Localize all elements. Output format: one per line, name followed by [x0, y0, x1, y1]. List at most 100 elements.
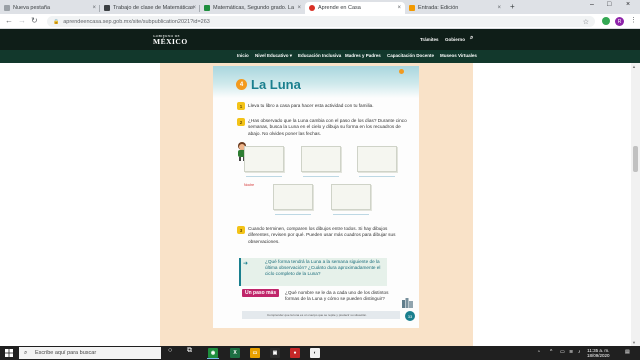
profile-avatar[interactable]: R: [615, 17, 624, 26]
clock-date: 18/09/2020: [587, 353, 610, 358]
date-line: [359, 176, 395, 177]
scrollbar-thumb[interactable]: [633, 146, 638, 172]
noche-label: Noche: [244, 183, 255, 187]
tab-title: Trabajo de clase de Matemáticas: [113, 5, 194, 11]
scroll-up-icon[interactable]: ▲: [632, 64, 636, 69]
logo-big-text: MÉXICO: [153, 37, 188, 46]
close-icon[interactable]: ×: [297, 5, 301, 11]
address-bar: ← → ↻ 🔒 aprendeencasa.sep.gob.mx/site/su…: [0, 14, 640, 29]
tab-favicon: [409, 5, 415, 11]
step-2-icon: 2: [237, 118, 245, 126]
close-icon[interactable]: ×: [92, 5, 96, 11]
volume-icon[interactable]: ♪: [578, 349, 581, 355]
tab-title: Aprende en Casa: [318, 5, 361, 11]
windows-start-icon[interactable]: [5, 349, 13, 357]
maximize-icon[interactable]: □: [607, 1, 611, 8]
close-icon[interactable]: ×: [192, 5, 196, 11]
bookmark-star-icon[interactable]: ☆: [583, 18, 589, 26]
app-icon[interactable]: ●: [290, 348, 300, 358]
step-1-icon: 1: [237, 102, 245, 110]
store-icon[interactable]: ▣: [270, 348, 280, 358]
page-number: 33: [405, 311, 415, 321]
chrome-taskbar-icon[interactable]: ◉: [208, 348, 218, 358]
scrollbar[interactable]: [631, 63, 640, 346]
tab-title: Matemáticas, Segundo grado. La: [213, 5, 295, 11]
lock-icon: 🔒: [53, 18, 60, 25]
forward-icon[interactable]: →: [18, 16, 26, 25]
reload-icon[interactable]: ↻: [31, 16, 38, 25]
arrow-icon: ➜: [243, 261, 249, 267]
un-paso-mas-question: ¿Qué nombre se le da a cada uno de los d…: [285, 290, 389, 302]
taskbar: ⌕ Escribe aquí para buscar ○ ⧉ ◉ X ▭ ▣ ●…: [0, 346, 640, 360]
close-icon[interactable]: ×: [497, 5, 501, 11]
books-icon: [402, 298, 413, 308]
nav-museos-virtuales[interactable]: Museos Virtuales: [440, 53, 477, 58]
extension-icon[interactable]: [602, 17, 610, 25]
nav-educacion-inclusiva[interactable]: Educación Inclusiva: [298, 53, 341, 58]
active-app-indicator: [207, 358, 219, 359]
profile-initial: R: [617, 18, 622, 25]
step-1-text: Lleva tu libro a casa para hacer esta ac…: [248, 103, 374, 108]
nav-capacitacion-docente[interactable]: Capacitación Docente: [387, 53, 434, 58]
tab-favicon: [204, 5, 210, 11]
wifi-icon[interactable]: ≋: [569, 349, 573, 355]
scroll-down-icon[interactable]: ▼: [632, 340, 636, 345]
drawing-box: [331, 184, 371, 210]
learning-goal-bar: Comprender que la luna es un cuerpo que …: [242, 311, 400, 319]
tab-strip: Nueva pestaña × Trabajo de clase de Mate…: [0, 0, 640, 14]
taskbar-search-input[interactable]: ⌕ Escribe aquí para buscar: [19, 347, 161, 359]
close-window-icon[interactable]: ×: [626, 1, 630, 8]
link-tramites[interactable]: Trámites: [420, 37, 439, 42]
tab-favicon: [104, 5, 110, 11]
date-line: [246, 176, 282, 177]
user-icon[interactable]: ◔: [537, 349, 540, 355]
question-text: ¿Qué forma tendrá la Luna a la semana si…: [265, 259, 381, 277]
drawing-box: [244, 146, 284, 172]
battery-icon[interactable]: ▭: [560, 349, 565, 355]
site-header: GOBIERNO DE MÉXICO Trámites Gobierno ⌕: [0, 29, 640, 50]
taskbar-clock[interactable]: 11:35 a. m. 18/09/2020: [587, 348, 610, 358]
link-gobierno[interactable]: Gobierno: [445, 37, 465, 42]
minimize-icon[interactable]: –: [590, 1, 594, 8]
tab-nueva-pestana[interactable]: Nueva pestaña ×: [0, 2, 100, 14]
un-paso-mas-label: Un paso más: [242, 289, 280, 297]
date-line: [303, 176, 339, 177]
search-icon[interactable]: ⌕: [470, 35, 473, 42]
chevron-up-icon[interactable]: ^: [550, 349, 552, 355]
screen: Nueva pestaña × Trabajo de clase de Mate…: [0, 0, 640, 360]
lesson-number-badge: 4: [236, 79, 247, 90]
excel-icon[interactable]: X: [230, 348, 240, 358]
tab-trabajo-de-clase[interactable]: Trabajo de clase de Matemáticas ×: [100, 2, 200, 14]
date-line: [333, 214, 369, 215]
task-view-icon[interactable]: ⧉: [187, 347, 192, 355]
step-2-text: ¿Has observado que la Luna cambia con el…: [248, 118, 407, 136]
notifications-icon[interactable]: ▤: [625, 349, 630, 355]
learning-goal-text: Comprender que la luna es un cuerpo que …: [267, 313, 368, 317]
tab-favicon: [4, 5, 10, 11]
book-page: 4 La Luna 1 Lleva tu libro a casa para h…: [213, 66, 419, 328]
tab-aprende-en-casa[interactable]: Aprende en Casa ×: [305, 2, 405, 14]
back-icon[interactable]: ←: [5, 16, 13, 25]
nav-inicio[interactable]: Inicio: [237, 53, 249, 58]
tab-title: Entrada: Edición: [418, 5, 459, 11]
tab-favicon: [309, 5, 315, 11]
step-3-text: Cuando terminen, comparen los dibujos en…: [248, 226, 396, 244]
app-icon[interactable]: ◐: [310, 348, 320, 358]
cortana-icon[interactable]: ○: [168, 347, 172, 354]
date-line: [275, 214, 311, 215]
gobierno-logo[interactable]: GOBIERNO DE MÉXICO: [153, 34, 188, 46]
tab-matematicas[interactable]: Matemáticas, Segundo grado. La ×: [200, 2, 305, 14]
tab-entrada-edicion[interactable]: Entrada: Edición ×: [405, 2, 505, 14]
menu-icon[interactable]: ⋮: [630, 16, 637, 24]
close-icon[interactable]: ×: [397, 5, 401, 11]
nav-madres-y-padres[interactable]: Madres y Padres: [345, 53, 381, 58]
drawing-box: [301, 146, 341, 172]
lesson-title: La Luna: [251, 77, 301, 92]
url-input[interactable]: 🔒 aprendeencasa.sep.gob.mx/site/subpubli…: [47, 16, 595, 27]
nav-nivel-educativo[interactable]: Nivel Educativo ▾: [255, 53, 292, 59]
new-tab-button[interactable]: +: [510, 2, 515, 11]
drawing-box: [357, 146, 397, 172]
drawing-box: [273, 184, 313, 210]
step-3-icon: 3: [237, 226, 245, 234]
file-explorer-icon[interactable]: ▭: [250, 348, 260, 358]
